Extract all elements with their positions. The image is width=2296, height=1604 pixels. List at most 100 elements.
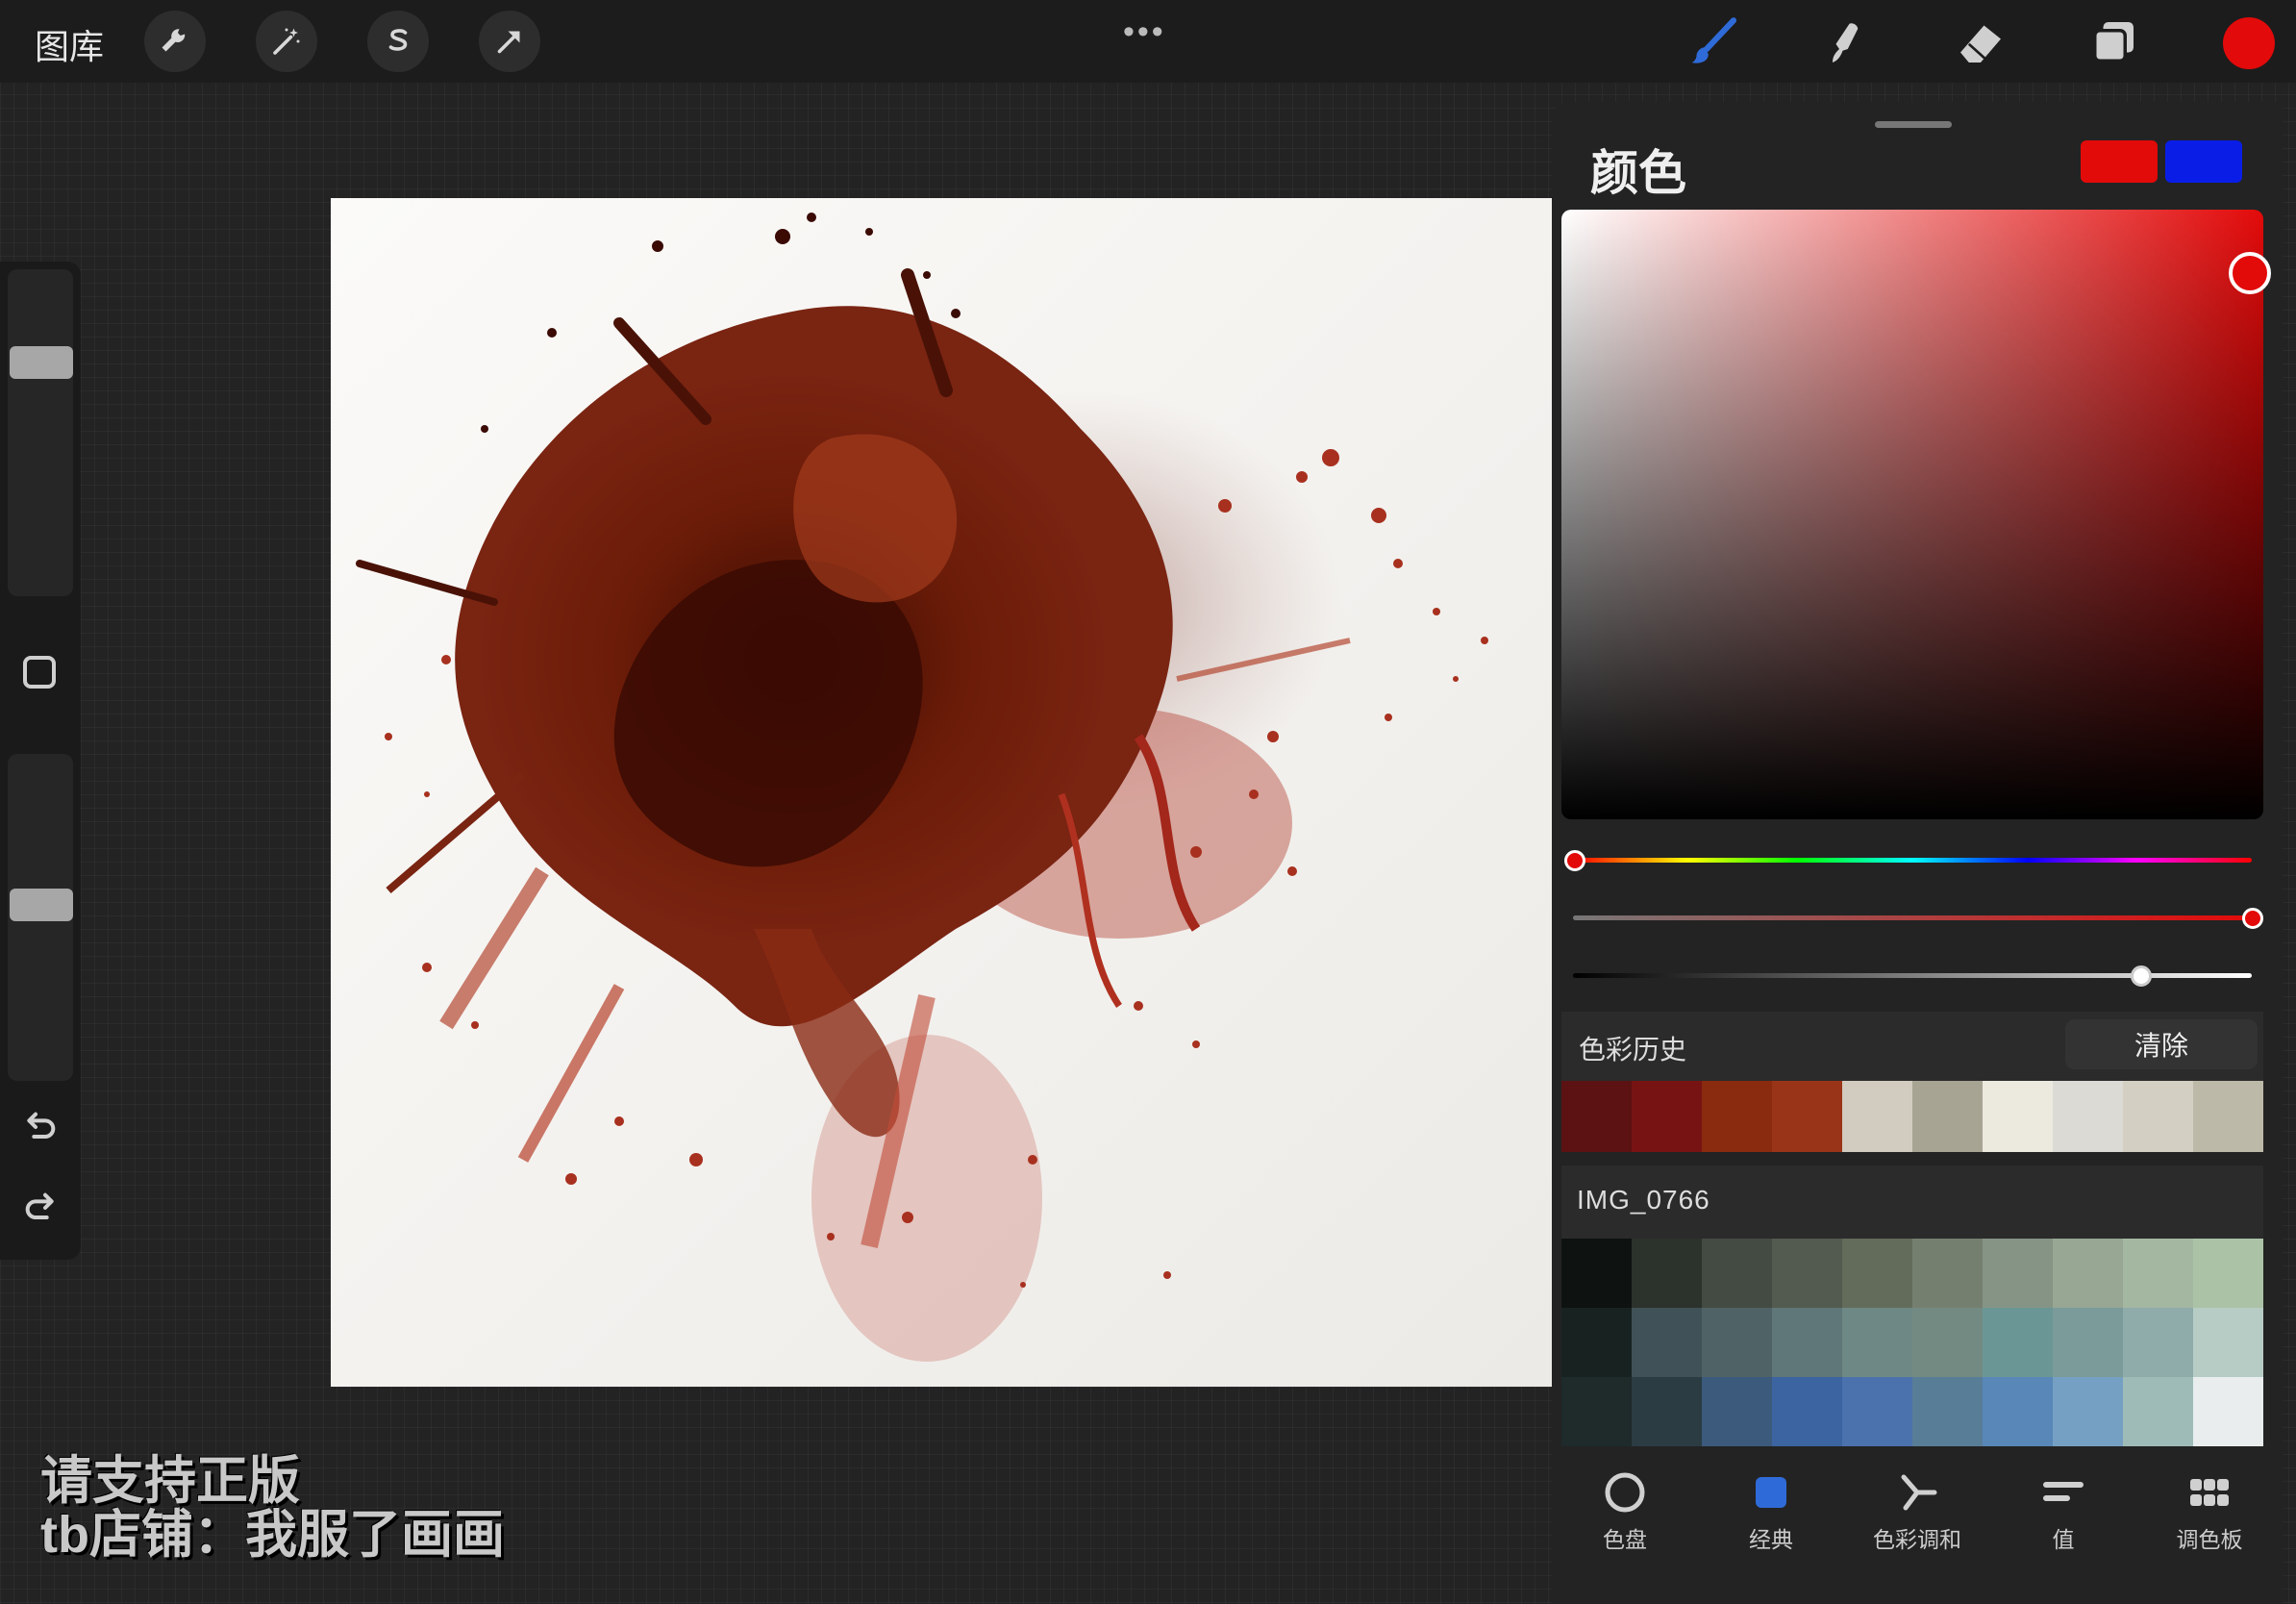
secondary-color-swatch[interactable] — [2165, 140, 2242, 183]
transform-arrow-icon — [497, 31, 520, 54]
palette-color-swatch[interactable] — [1561, 1239, 1632, 1308]
gallery-button[interactable]: 图库 — [35, 19, 104, 69]
tab-palettes[interactable]: 调色板 — [2136, 1454, 2283, 1560]
palette-color-swatch[interactable] — [2193, 1377, 2263, 1446]
tab-disc[interactable]: 色盘 — [1552, 1454, 1698, 1560]
brush-size-thumb[interactable] — [10, 346, 73, 379]
palette-color-swatch[interactable] — [1561, 1377, 1632, 1446]
palette-color-swatch[interactable] — [1702, 1377, 1772, 1446]
brush-size-slider[interactable] — [8, 269, 73, 596]
harmony-icon — [1901, 1474, 1937, 1511]
palette-color-swatch[interactable] — [1632, 1239, 1702, 1308]
saturation-slider-knob[interactable] — [2242, 908, 2263, 929]
palette-color-swatch[interactable] — [1772, 1239, 1842, 1308]
smudge-icon — [1833, 23, 1859, 63]
value-bars-icon — [2043, 1482, 2084, 1501]
more-options-button[interactable]: ••• — [1123, 13, 1166, 51]
palette-color-swatch[interactable] — [1842, 1308, 1912, 1377]
palette-color-swatch[interactable] — [2123, 1308, 2193, 1377]
tab-label: 色盘 — [1603, 1527, 1647, 1552]
palette-color-swatch[interactable] — [2193, 1239, 2263, 1308]
primary-color-swatch[interactable] — [2081, 140, 2158, 183]
history-color-swatch[interactable] — [2193, 1081, 2263, 1152]
palette-grid-icon — [2190, 1479, 2229, 1506]
history-color-swatch[interactable] — [1561, 1081, 1632, 1152]
color-history-label: 色彩历史 — [1579, 1035, 1687, 1065]
selection-button[interactable] — [367, 11, 429, 72]
left-sidebar — [0, 262, 81, 1260]
selection-s-icon — [388, 29, 408, 51]
tab-label: 经典 — [1749, 1527, 1793, 1552]
history-color-swatch[interactable] — [1772, 1081, 1842, 1152]
tab-harmony[interactable]: 色彩调和 — [1844, 1454, 1990, 1560]
brush-opacity-thumb[interactable] — [10, 889, 73, 921]
top-toolbar: 图库 ••• — [0, 0, 2296, 83]
eraser-tool-button[interactable] — [1952, 13, 2009, 71]
brightness-slider-knob[interactable] — [2131, 965, 2152, 987]
drawing-canvas[interactable] — [331, 198, 1552, 1387]
palette-color-swatch[interactable] — [2053, 1308, 2123, 1377]
palette-color-swatch[interactable] — [1632, 1377, 1702, 1446]
palette-color-swatch[interactable] — [1912, 1239, 1983, 1308]
hue-slider[interactable] — [1573, 858, 2252, 863]
transform-button[interactable] — [479, 11, 540, 72]
layers-icon — [2093, 22, 2134, 63]
color-panel: 颜色 色彩历史 清除 IMG_0766 色盘 经典 色彩调和 值 调色板 — [1552, 102, 2283, 1604]
tab-label: 色彩调和 — [1873, 1527, 1961, 1552]
active-color-button[interactable] — [2223, 17, 2275, 69]
palette-color-swatch[interactable] — [1983, 1239, 2053, 1308]
palette-color-swatch[interactable] — [2123, 1377, 2193, 1446]
palette-grid — [1561, 1239, 2263, 1446]
palette-color-swatch[interactable] — [1912, 1308, 1983, 1377]
tab-classic[interactable]: 经典 — [1698, 1454, 1844, 1560]
watermark-text: 请支持正版 tb店铺：我服了画画 — [40, 1454, 505, 1562]
history-color-swatch[interactable] — [1842, 1081, 1912, 1152]
paint-splatter-artwork — [331, 198, 1552, 1387]
history-color-swatch[interactable] — [1983, 1081, 2053, 1152]
history-color-swatch[interactable] — [2053, 1081, 2123, 1152]
tab-label: 值 — [2052, 1527, 2075, 1552]
disc-ring-icon — [1605, 1472, 1645, 1513]
palette-color-swatch[interactable] — [2053, 1239, 2123, 1308]
layers-button[interactable] — [2084, 13, 2142, 71]
palette-color-swatch[interactable] — [2193, 1308, 2263, 1377]
brush-icon — [1691, 17, 1737, 63]
actions-wrench-button[interactable] — [144, 11, 206, 72]
palette-color-swatch[interactable] — [1983, 1377, 2053, 1446]
history-color-swatch[interactable] — [2123, 1081, 2193, 1152]
tab-value[interactable]: 值 — [1990, 1454, 2136, 1560]
classic-square-icon — [1756, 1477, 1786, 1508]
palette-color-swatch[interactable] — [1702, 1239, 1772, 1308]
palette-color-swatch[interactable] — [2123, 1239, 2193, 1308]
clear-history-button[interactable]: 清除 — [2065, 1019, 2258, 1069]
color-picker-knob[interactable] — [2229, 252, 2271, 294]
smudge-tool-button[interactable] — [1817, 13, 1875, 71]
palette-color-swatch[interactable] — [2053, 1377, 2123, 1446]
magic-wand-icon — [273, 28, 300, 55]
palette-color-swatch[interactable] — [1772, 1377, 1842, 1446]
palette-color-swatch[interactable] — [1561, 1308, 1632, 1377]
saturation-slider[interactable] — [1573, 915, 2252, 920]
eraser-icon — [1960, 25, 2001, 63]
undo-icon[interactable] — [21, 1108, 60, 1146]
palette-color-swatch[interactable] — [1842, 1377, 1912, 1446]
adjustments-button[interactable] — [256, 11, 317, 72]
hue-slider-knob[interactable] — [1564, 850, 1585, 871]
palette-color-swatch[interactable] — [1632, 1308, 1702, 1377]
history-color-swatch[interactable] — [1912, 1081, 1983, 1152]
panel-title: 颜色 — [1590, 146, 1686, 200]
palette-color-swatch[interactable] — [1983, 1308, 2053, 1377]
history-color-swatch[interactable] — [1632, 1081, 1702, 1152]
modify-button[interactable] — [23, 656, 56, 689]
panel-drag-handle[interactable] — [1875, 121, 1952, 128]
saturation-brightness-picker[interactable] — [1561, 210, 2263, 819]
history-color-swatch[interactable] — [1702, 1081, 1772, 1152]
brush-tool-button[interactable] — [1685, 13, 1742, 71]
wrench-icon — [162, 28, 186, 52]
palette-color-swatch[interactable] — [1842, 1239, 1912, 1308]
palette-color-swatch[interactable] — [1702, 1308, 1772, 1377]
redo-icon[interactable] — [21, 1189, 60, 1227]
palette-color-swatch[interactable] — [1772, 1308, 1842, 1377]
color-mode-tabs: 色盘 经典 色彩调和 值 调色板 — [1552, 1454, 2283, 1560]
palette-color-swatch[interactable] — [1912, 1377, 1983, 1446]
